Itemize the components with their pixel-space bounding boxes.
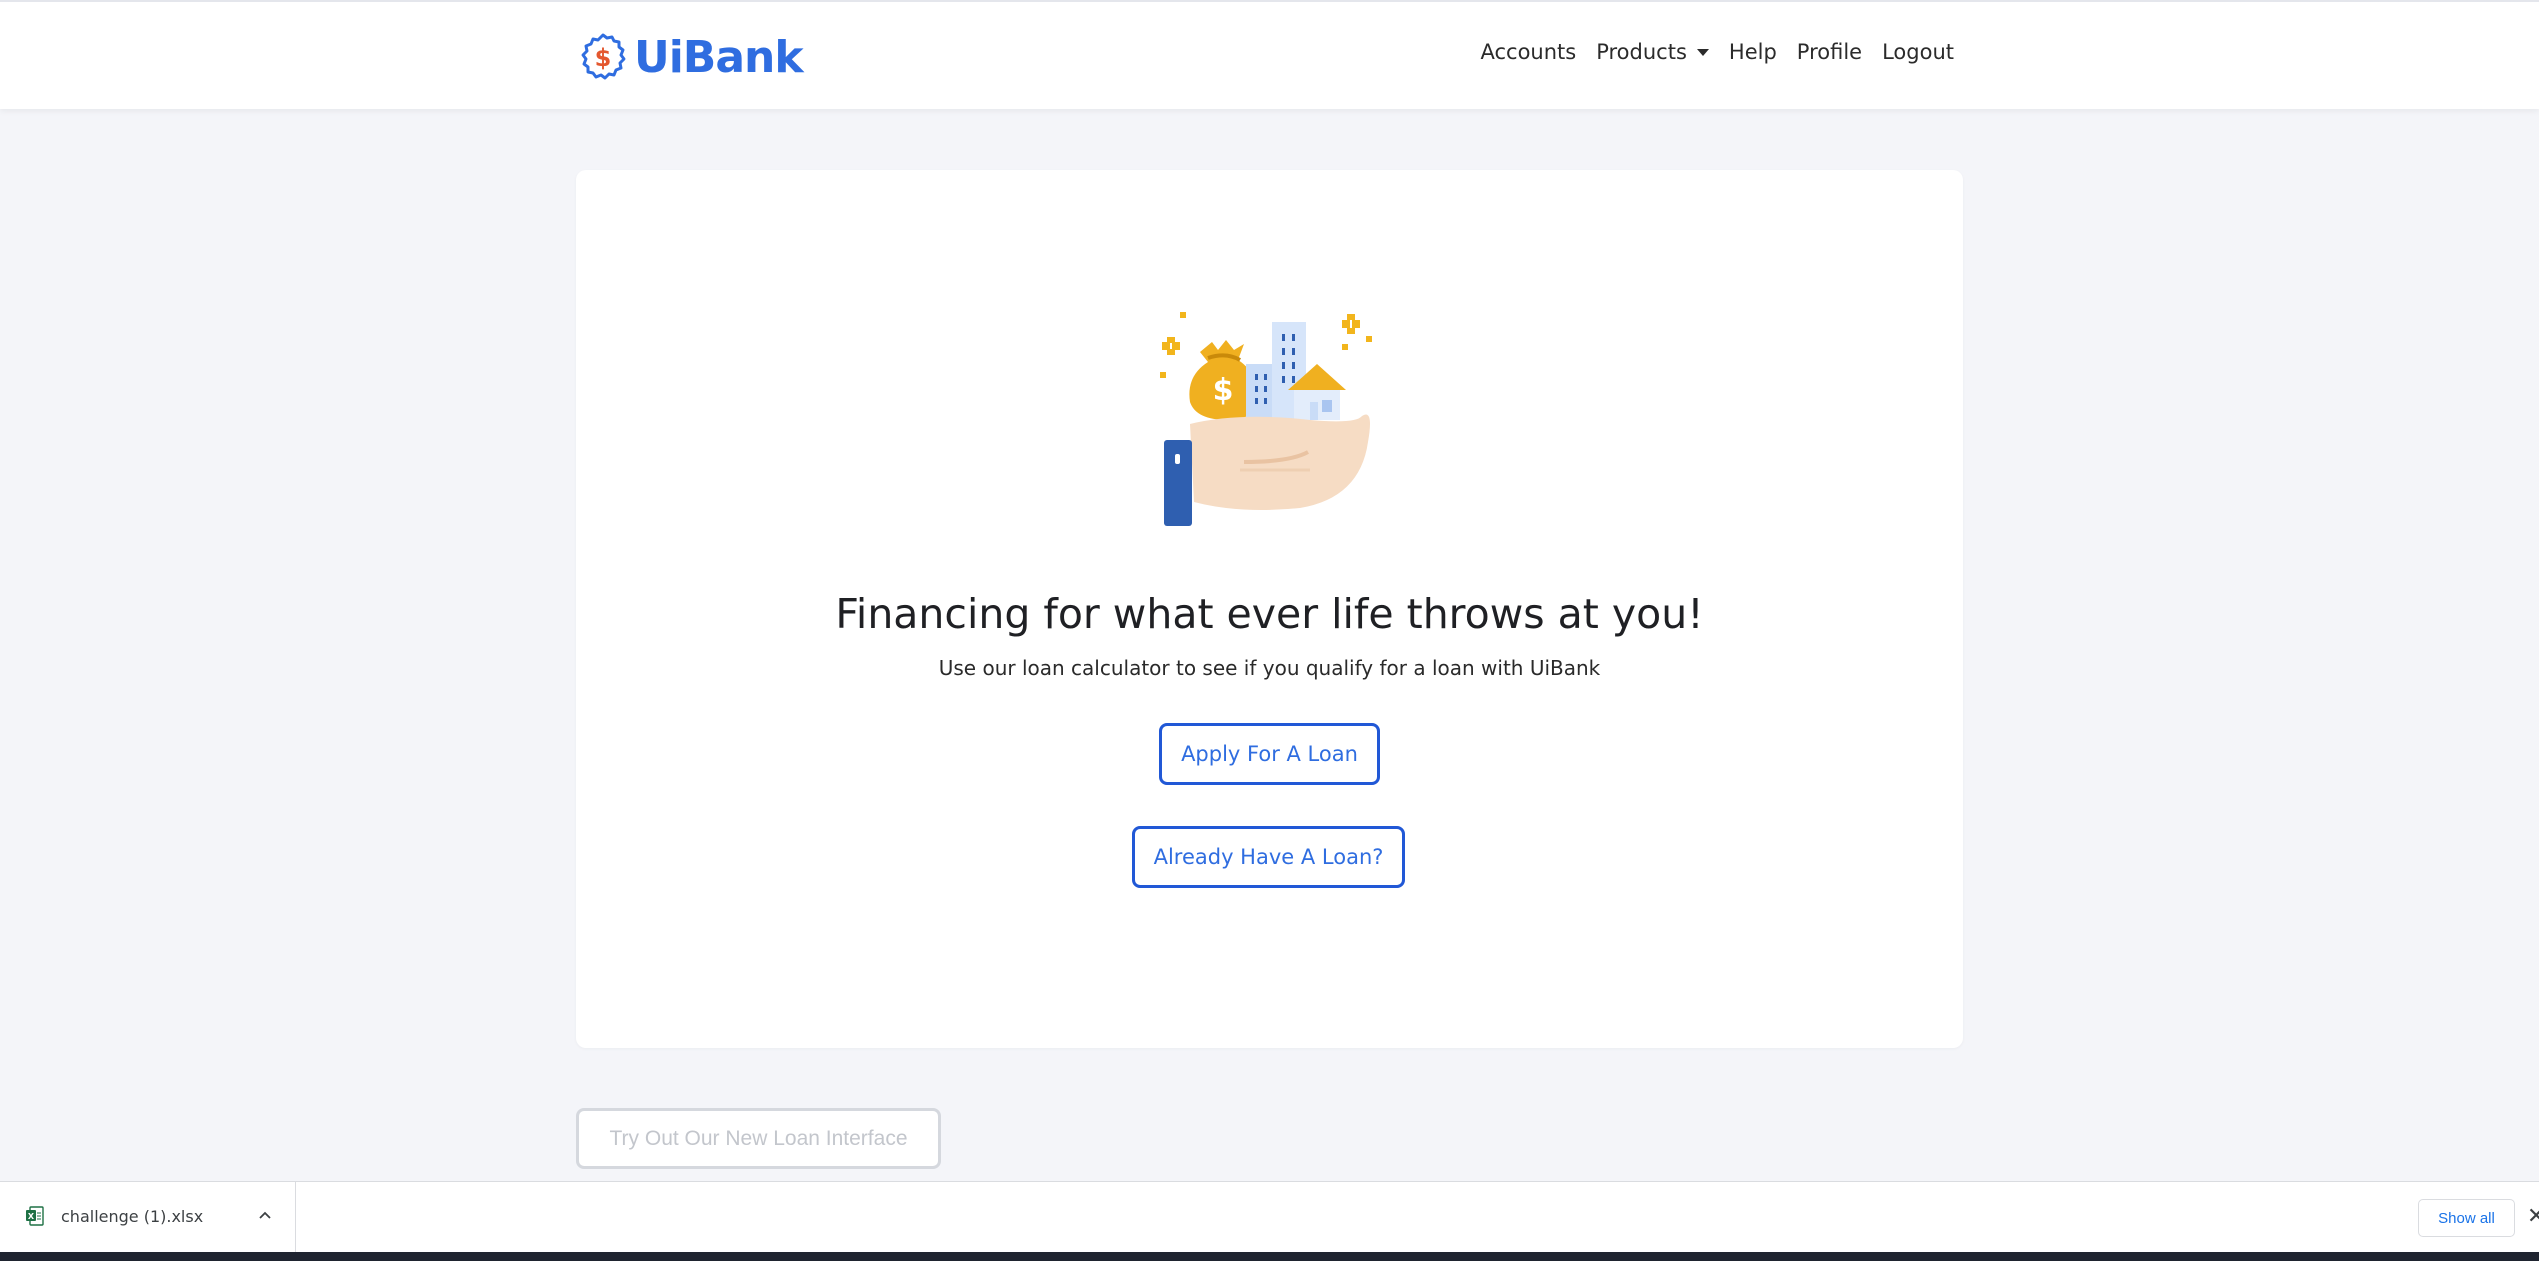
- os-taskbar: [0, 1252, 2539, 1261]
- chevron-up-icon[interactable]: [258, 1208, 272, 1222]
- close-icon[interactable]: ✕: [2527, 1204, 2539, 1229]
- nav-products[interactable]: Products: [1596, 40, 1709, 64]
- apply-for-loan-button[interactable]: Apply For A Loan: [1159, 723, 1380, 785]
- nav-help[interactable]: Help: [1729, 40, 1777, 64]
- show-all-downloads-button[interactable]: Show all: [2418, 1199, 2515, 1237]
- nav-products-label: Products: [1596, 40, 1687, 64]
- brand-name: UiBank: [634, 31, 804, 83]
- download-file-name: challenge (1).xlsx: [61, 1207, 204, 1226]
- try-new-loan-interface-button[interactable]: Try Out Our New Loan Interface: [576, 1108, 941, 1169]
- download-bar: X challenge (1).xlsx Show all ✕: [0, 1181, 2539, 1253]
- brand-logo[interactable]: $ UiBank: [578, 30, 804, 84]
- nav-logout[interactable]: Logout: [1882, 40, 1954, 64]
- page-title: Financing for what ever life throws at y…: [835, 590, 1704, 638]
- top-navbar: $ UiBank Accounts Products Help Profile …: [0, 0, 2539, 109]
- svg-text:$: $: [595, 44, 612, 72]
- hand-holding-money-bag-and-buildings-icon: $: [1160, 312, 1372, 526]
- already-have-loan-button[interactable]: Already Have A Loan?: [1132, 826, 1405, 888]
- caret-down-icon: [1696, 48, 1709, 56]
- svg-text:X: X: [28, 1212, 35, 1221]
- main-nav: Accounts Products Help Profile Logout: [1460, 40, 1954, 64]
- dollar-badge-icon: $: [581, 33, 626, 80]
- svg-text:$: $: [1213, 373, 1234, 408]
- nav-accounts[interactable]: Accounts: [1480, 40, 1576, 64]
- excel-file-icon: X: [26, 1206, 44, 1226]
- nav-profile[interactable]: Profile: [1797, 40, 1862, 64]
- download-item[interactable]: X challenge (1).xlsx: [0, 1182, 296, 1253]
- page-subtitle: Use our loan calculator to see if you qu…: [938, 656, 1601, 680]
